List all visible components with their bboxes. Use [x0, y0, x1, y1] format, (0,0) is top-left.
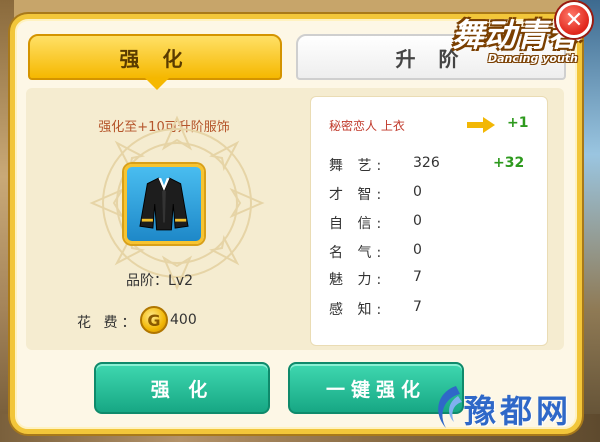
stat-label: 名 气:: [329, 245, 387, 261]
stat-row: 自 信: 0: [329, 213, 539, 233]
item-name: 秘密恋人 上衣: [329, 119, 405, 133]
enhance-button-label: 强 化: [150, 378, 214, 401]
stat-label: 感 知:: [329, 302, 387, 318]
game-logo-subtitle: Dancing youth: [488, 52, 578, 65]
stat-row: 才 智: 0: [329, 184, 539, 204]
tab-enhance[interactable]: 强 化: [28, 34, 282, 90]
cost-label: 花 费：: [77, 315, 140, 331]
stat-label: 才 智:: [329, 187, 387, 203]
watermark-text: 豫都网: [464, 392, 573, 430]
stats-card: 秘密恋人 上衣 +1 舞 艺: 326 +32 才 智: 0 自 信: 0 名 …: [310, 96, 548, 346]
stat-row: 舞 艺: 326 +32: [329, 155, 539, 175]
site-watermark: 豫都网: [428, 380, 598, 436]
stat-row: 魅 力: 7: [329, 269, 539, 289]
stat-row: 感 知: 7: [329, 299, 539, 319]
stat-value: 7: [413, 299, 422, 315]
game-logo: 舞动青春 Dancing youth: [452, 10, 580, 76]
stat-bonus: +32: [493, 155, 525, 171]
item-bonus: +1: [507, 115, 529, 131]
stat-label: 舞 艺:: [329, 158, 387, 174]
one-key-enhance-button-label: 一键强化: [325, 378, 426, 401]
stat-row: 名 气: 0: [329, 242, 539, 262]
stat-value: 0: [413, 213, 422, 229]
stat-label: 魅 力:: [329, 272, 387, 288]
enhance-button[interactable]: 强 化: [94, 362, 270, 414]
stat-value: 7: [413, 269, 422, 285]
black-jacket-icon: [139, 177, 189, 231]
stat-label: 自 信:: [329, 216, 387, 232]
stat-value: 0: [413, 242, 422, 258]
item-grade: 品阶：Lv2: [126, 273, 193, 289]
item-slot[interactable]: [124, 164, 204, 244]
gold-coin-icon: G: [140, 306, 168, 334]
stat-value: 0: [413, 184, 422, 200]
arrow-right-icon: [467, 117, 495, 133]
close-button[interactable]: ✕: [556, 2, 592, 38]
cost-value: 400: [170, 312, 197, 328]
tab-enhance-label: 强 化: [119, 46, 191, 71]
swirl-logo-icon: [438, 386, 462, 428]
stat-value: 326: [413, 155, 440, 171]
close-icon: ✕: [564, 7, 584, 33]
